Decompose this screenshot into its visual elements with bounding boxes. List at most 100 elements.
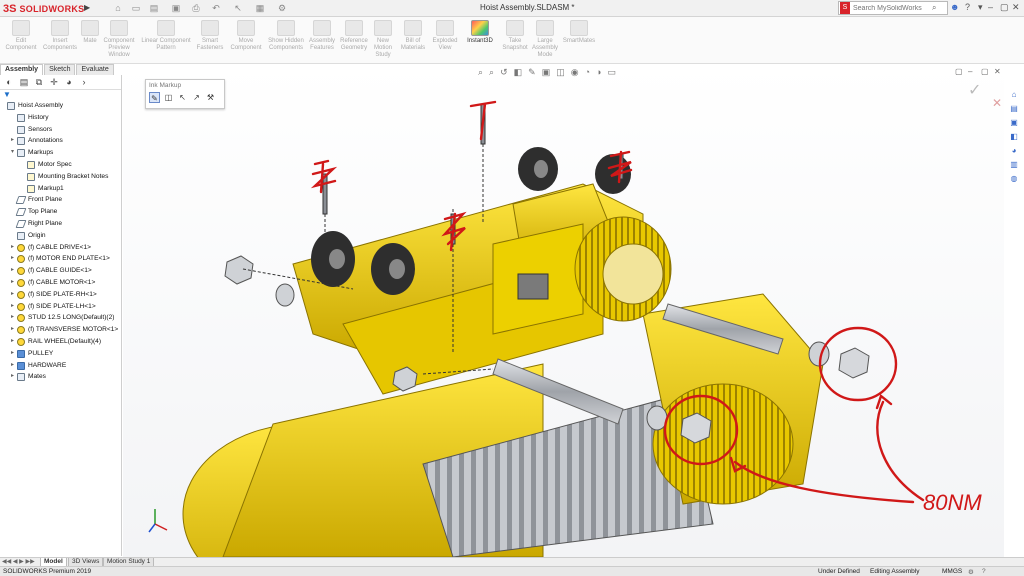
tree-item[interactable]: History bbox=[0, 112, 121, 124]
status-icon-2[interactable]: ? bbox=[982, 568, 986, 575]
filter-icon[interactable]: ▼ bbox=[0, 90, 121, 100]
expand-arrow-icon[interactable]: ▸ bbox=[11, 265, 14, 277]
search-icon[interactable]: ⌕ bbox=[932, 3, 936, 13]
expand-arrow-icon[interactable]: ▸ bbox=[11, 242, 14, 254]
select-arrow-icon[interactable]: ↖ bbox=[177, 92, 188, 103]
panel-expand-icon[interactable]: › bbox=[78, 77, 90, 88]
tree-item[interactable]: ▸ HARDWARE bbox=[0, 360, 121, 372]
tree-item[interactable]: Hoist Assembly bbox=[0, 100, 121, 112]
smart-fasteners-button[interactable]: Smart Fasteners bbox=[194, 20, 226, 52]
tree-item[interactable]: ▸ RAIL WHEEL(Default)(4) bbox=[0, 336, 121, 348]
design-library-icon[interactable]: ▤ bbox=[1008, 104, 1020, 115]
print-icon[interactable]: ⎙ bbox=[190, 2, 202, 14]
expand-arrow-icon[interactable]: ▸ bbox=[11, 336, 14, 348]
tree-item[interactable]: Mounting Bracket Notes bbox=[0, 171, 121, 183]
search-input[interactable] bbox=[850, 4, 932, 12]
tree-item[interactable]: ▸ PULLEY bbox=[0, 348, 121, 360]
tree-item[interactable]: Sensors bbox=[0, 124, 121, 136]
tree-item[interactable]: ▸ Annotations bbox=[0, 135, 121, 147]
view-settings-icon[interactable]: ▭ bbox=[607, 67, 616, 78]
zoom-to-fit-icon[interactable]: ⌕ bbox=[478, 67, 483, 78]
apply-scene-icon[interactable]: ◑ bbox=[596, 67, 601, 78]
tree-item[interactable]: ▸ Mates bbox=[0, 371, 121, 383]
dynamic-annotation-icon[interactable]: ✎ bbox=[528, 67, 536, 78]
minimize-icon[interactable]: – bbox=[988, 2, 993, 12]
pen-icon[interactable]: ✎ bbox=[149, 92, 160, 103]
tree-item[interactable]: ▸ (f) TRANSVERSE MOTOR<1> bbox=[0, 324, 121, 336]
status-icon-1[interactable]: ⚙ bbox=[968, 568, 974, 576]
mate-button[interactable]: Mate bbox=[80, 20, 100, 45]
home-icon[interactable]: ⌂ bbox=[112, 2, 124, 14]
graphics-area[interactable]: 80NM bbox=[123, 64, 1004, 557]
instant3d-button[interactable]: Instant3D bbox=[462, 20, 498, 45]
appearances-icon[interactable]: ◕ bbox=[1008, 146, 1020, 157]
resources-icon[interactable]: ⌂ bbox=[1008, 90, 1020, 101]
tree-item[interactable]: ▸ (f) CABLE GUIDE<1> bbox=[0, 265, 121, 277]
expand-arrow-icon[interactable]: ▸ bbox=[11, 360, 14, 372]
assembly-features-button[interactable]: Assembly Features bbox=[306, 20, 338, 52]
edit-component-button[interactable]: Edit Component bbox=[3, 20, 39, 52]
section-view-icon[interactable]: ◧ bbox=[514, 67, 523, 78]
tree-item[interactable]: ▸ STUD 12.5 LONG(Default)(2) bbox=[0, 312, 121, 324]
options-icon[interactable]: ⚙ bbox=[276, 2, 288, 14]
hide-show-icon[interactable]: ◉ bbox=[571, 67, 579, 78]
move-component-button[interactable]: Move Component bbox=[228, 20, 264, 52]
view-orientation-icon[interactable]: ▣ bbox=[542, 67, 551, 78]
expand-arrow-icon[interactable]: ▸ bbox=[11, 289, 14, 301]
tab-sketch[interactable]: Sketch bbox=[44, 64, 76, 75]
expand-arrow-icon[interactable]: ▸ bbox=[11, 301, 14, 313]
take-snapshot-button[interactable]: Take Snapshot bbox=[500, 20, 530, 52]
viewport-split-icon[interactable]: ▢ bbox=[955, 67, 963, 76]
hoist-assembly-model[interactable]: 80NM bbox=[123, 64, 1004, 557]
expand-arrow-icon[interactable]: ▸ bbox=[11, 371, 14, 383]
display-style-icon[interactable]: ◫ bbox=[556, 67, 565, 78]
custom-properties-icon[interactable]: ▥ bbox=[1008, 160, 1020, 171]
view-palette-icon[interactable]: ◧ bbox=[1008, 132, 1020, 143]
show-hidden-button[interactable]: Show Hidden Components bbox=[268, 20, 304, 52]
property-manager-icon[interactable]: ▤ bbox=[18, 77, 30, 88]
dimxpert-icon[interactable]: ✛ bbox=[48, 77, 60, 88]
close-icon[interactable]: ✕ bbox=[1012, 2, 1020, 13]
tab-scroll-icon[interactable]: ◀◀ ◀ ▶ ▶▶ bbox=[2, 558, 35, 565]
eraser-icon[interactable]: ◫ bbox=[163, 92, 174, 103]
viewport-restore-icon[interactable]: ▢ bbox=[981, 67, 989, 76]
tree-item[interactable]: ▸ (f) CABLE DRIVE<1> bbox=[0, 242, 121, 254]
smartmates-button[interactable]: SmartMates bbox=[562, 20, 596, 45]
configuration-manager-icon[interactable]: ⧉ bbox=[33, 77, 45, 88]
viewport-close-icon[interactable]: ✕ bbox=[994, 67, 1001, 76]
tree-item[interactable]: ▸ (f) SIDE PLATE-LH<1> bbox=[0, 301, 121, 313]
tree-item[interactable]: Motor Spec bbox=[0, 159, 121, 171]
display-manager-icon[interactable]: ◕ bbox=[63, 77, 75, 88]
help-dropdown-icon[interactable]: ▾ bbox=[978, 2, 983, 13]
menu-expand-icon[interactable]: ▶ bbox=[84, 3, 90, 12]
reference-geometry-button[interactable]: Reference Geometry bbox=[338, 20, 370, 52]
cancel-corner-icon[interactable]: ✕ bbox=[992, 96, 1002, 110]
restore-icon[interactable]: ▢ bbox=[1000, 2, 1009, 13]
solidworks-logo[interactable]: 3S SOLIDWORKS bbox=[3, 1, 84, 16]
rebuild-icon[interactable]: ▦ bbox=[254, 2, 266, 14]
expand-arrow-icon[interactable]: ▸ bbox=[11, 324, 14, 336]
zoom-area-icon[interactable]: ⌕ bbox=[489, 67, 494, 78]
status-units[interactable]: MMGS bbox=[942, 568, 962, 575]
save-icon[interactable]: ▣ bbox=[170, 2, 182, 14]
tree-item[interactable]: ▸ (f) MOTOR END PLATE<1> bbox=[0, 253, 121, 265]
feature-manager-icon[interactable]: ◐ bbox=[3, 77, 15, 88]
file-explorer-icon[interactable]: ▣ bbox=[1008, 118, 1020, 129]
confirmation-corner-icon[interactable]: ✓ bbox=[968, 80, 981, 100]
tree-item[interactable]: Markup1 bbox=[0, 183, 121, 195]
solidworks-forum-icon[interactable]: ◍ bbox=[1008, 174, 1020, 185]
help-icon[interactable]: ? bbox=[965, 2, 970, 12]
new-icon[interactable]: ▭ bbox=[130, 2, 142, 14]
viewport-minimize-icon[interactable]: – bbox=[968, 67, 972, 76]
expand-arrow-icon[interactable]: ▸ bbox=[11, 135, 14, 147]
open-icon[interactable]: ▤ bbox=[148, 2, 160, 14]
tab-assembly[interactable]: Assembly bbox=[0, 64, 44, 75]
search-box[interactable]: S ⌕ bbox=[838, 1, 948, 15]
large-assembly-button[interactable]: Large Assembly Mode bbox=[528, 20, 562, 59]
edit-appearance-icon[interactable]: ◔ bbox=[585, 67, 590, 78]
expand-arrow-icon[interactable]: ▸ bbox=[11, 277, 14, 289]
tab-evaluate[interactable]: Evaluate bbox=[76, 64, 114, 75]
tree-item[interactable]: Right Plane bbox=[0, 218, 121, 230]
exploded-view-button[interactable]: Exploded View bbox=[430, 20, 460, 52]
tree-item[interactable]: Top Plane bbox=[0, 206, 121, 218]
